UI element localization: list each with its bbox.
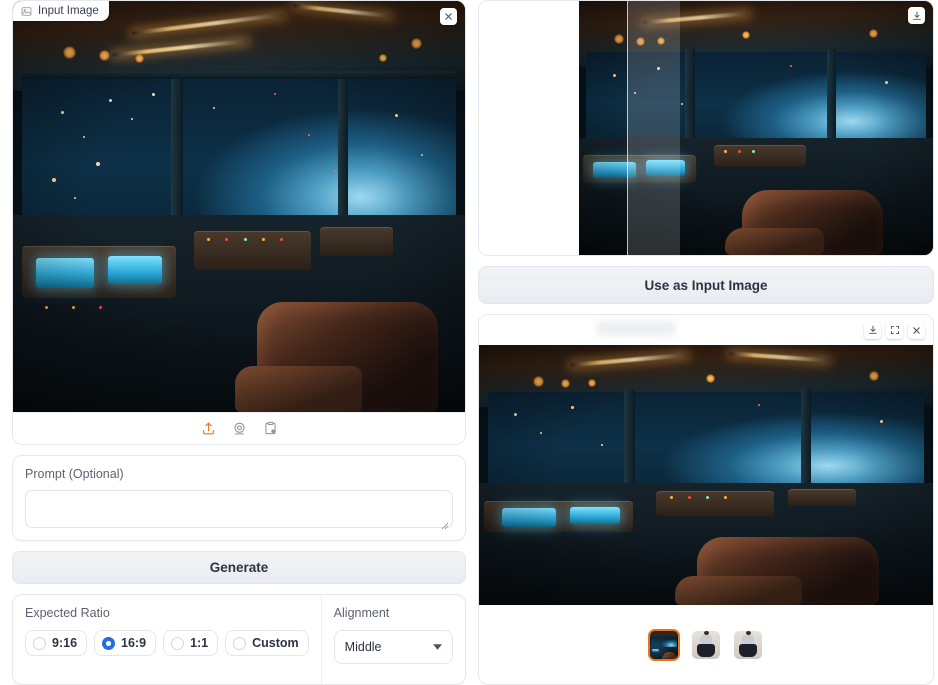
thumbnail-person-1[interactable] [690,629,722,661]
generate-button-label: Generate [209,560,269,576]
upload-icon[interactable] [201,421,216,436]
radio-icon [171,636,185,650]
radio-icon [33,636,46,650]
clipboard-icon[interactable] [263,421,278,436]
input-image [13,1,465,413]
input-image-toolbar [13,412,465,445]
alignment-group: Alignment Middle [322,595,465,684]
chevron-down-icon [433,642,442,652]
app-root: Input Image Prompt (Optional) Generate E… [0,0,938,685]
ratio-option-label: 9:16 [52,636,78,651]
radio-icon-selected [102,636,116,650]
output-gallery [479,605,933,684]
ratio-option-16-9[interactable]: 16:9 [94,630,157,657]
resize-grip-icon[interactable] [441,517,449,530]
alignment-value: Middle [344,640,382,655]
expected-ratio-label: Expected Ratio [25,606,110,621]
expected-ratio-group: Expected Ratio 9:16 16:9 1:1 Custom [13,595,322,684]
prompt-card: Prompt (Optional) [12,455,466,542]
ratio-option-1-1[interactable]: 1:1 [163,630,219,657]
input-image-badge: Input Image [13,1,109,21]
ratio-option-9-16[interactable]: 9:16 [25,630,88,657]
close-icon[interactable] [440,8,457,25]
webcam-icon[interactable] [232,421,247,436]
compare-card[interactable] [478,0,934,256]
output-watermark [597,321,675,336]
output-toolbar [479,315,933,345]
fullscreen-icon[interactable] [886,321,903,339]
prompt-input[interactable] [25,490,453,530]
left-panel: Input Image Prompt (Optional) Generate E… [0,0,478,685]
thumbnail-person-2[interactable] [732,629,764,661]
use-as-input-image-button[interactable]: Use as Input Image [478,266,934,304]
compare-slider-veil [628,1,680,255]
thumbnail-cockpit[interactable] [648,628,680,661]
image-icon [21,6,32,17]
radio-icon [233,636,247,650]
use-as-input-image-label: Use as Input Image [644,277,768,293]
close-icon[interactable] [908,321,925,339]
options-card: Expected Ratio 9:16 16:9 1:1 Custom Alig… [12,594,466,685]
download-icon[interactable] [908,7,925,24]
alignment-select[interactable]: Middle [333,630,453,665]
alignment-label: Alignment [333,606,390,621]
ratio-option-label: Custom [252,636,299,651]
input-image-card: Input Image [12,0,466,446]
download-icon[interactable] [864,321,881,339]
generate-button[interactable]: Generate [12,551,466,585]
output-card [478,314,934,685]
input-image-stage[interactable]: Input Image [13,1,465,413]
prompt-label: Prompt (Optional) [25,467,124,482]
right-panel: Use as Input Image [478,0,938,685]
ratio-option-custom[interactable]: Custom [225,630,309,657]
ratio-option-label: 16:9 [121,636,147,651]
ratio-option-label: 1:1 [190,636,209,651]
compare-slider-handle[interactable] [627,1,628,255]
input-image-badge-label: Input Image [38,5,99,17]
output-image[interactable] [479,345,933,605]
